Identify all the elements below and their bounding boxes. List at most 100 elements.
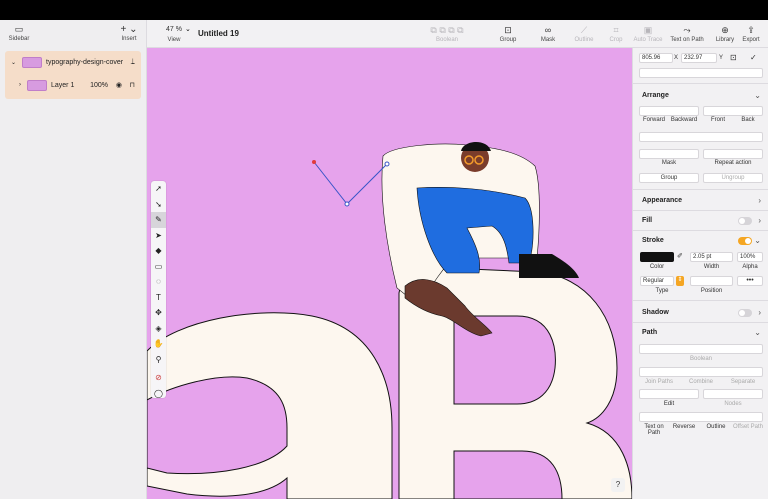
hand-tool-icon[interactable]: ✋ bbox=[151, 336, 166, 352]
path-node[interactable] bbox=[344, 201, 350, 207]
auto-trace-icon: ▣ bbox=[643, 25, 653, 35]
path-title: Path bbox=[642, 329, 658, 336]
fill-color-swatch-icon[interactable]: ⊘ bbox=[151, 370, 166, 386]
chevron-down-icon[interactable]: ⌄ bbox=[754, 328, 761, 337]
plus-icon: + ⌄ bbox=[120, 24, 138, 35]
chevron-down-icon[interactable]: ⌄ bbox=[11, 59, 16, 66]
node-tool-icon[interactable]: ➤ bbox=[151, 228, 166, 244]
text-on-path-button[interactable]: ⤳ Text on Path bbox=[667, 23, 707, 43]
direct-selection-tool-icon[interactable]: ➘ bbox=[151, 197, 166, 213]
stroke-toggle[interactable] bbox=[738, 237, 752, 245]
boolean-icon: ⧉ ⧉ ⧉ ⧉ bbox=[430, 25, 464, 35]
front-label: Front bbox=[710, 117, 725, 123]
group-button[interactable]: Group bbox=[639, 173, 699, 183]
stroke-color-swatch-icon[interactable]: ◯ bbox=[151, 386, 166, 402]
group-button[interactable]: ⊡ Group bbox=[492, 23, 524, 43]
boolean-button[interactable]: ⧉ ⧉ ⧉ ⧉ Boolean bbox=[412, 23, 482, 43]
letter-a-shape[interactable] bbox=[147, 312, 393, 499]
boolean-label: Boolean bbox=[689, 356, 713, 362]
path-node[interactable] bbox=[312, 160, 316, 164]
lasso-tool-icon[interactable]: ◌ bbox=[151, 274, 166, 290]
stroke-width-field[interactable]: 2.05 pt bbox=[690, 252, 733, 262]
chevron-down-icon[interactable]: ⌄ bbox=[754, 236, 761, 245]
stroke-color-swatch[interactable] bbox=[640, 252, 674, 262]
nodes-segment[interactable] bbox=[703, 389, 763, 399]
artwork[interactable] bbox=[147, 48, 632, 499]
character-shoe[interactable] bbox=[519, 254, 579, 278]
eyedropper-icon[interactable]: ✐ bbox=[677, 252, 683, 260]
crop-button[interactable]: ⌗ Crop bbox=[602, 23, 630, 43]
help-button[interactable]: ? bbox=[611, 478, 625, 492]
eye-icon[interactable]: ◉ bbox=[116, 81, 122, 89]
mask-button[interactable]: ∞ Mask bbox=[532, 23, 564, 43]
layer-thumbnail bbox=[27, 79, 47, 91]
mask-button[interactable] bbox=[639, 149, 699, 159]
align-segment[interactable] bbox=[639, 68, 763, 78]
text-on-path-label: Text on Path bbox=[670, 37, 704, 43]
tools-palette: ➚ ➘ ✎ ➤ ◆ ▭ ◌ T ✥ ◈ ✋ ⚲ ⊘ ◯ bbox=[151, 181, 166, 398]
edit-segment[interactable] bbox=[639, 389, 699, 399]
layer-row-group[interactable]: ⌄ typography-design-cover ⍊ bbox=[5, 52, 141, 72]
outline-button[interactable]: ⟋ Outline bbox=[569, 23, 599, 43]
edit-label: Edit bbox=[663, 401, 675, 407]
chevron-right-icon[interactable]: › bbox=[758, 308, 761, 317]
fill-tool-icon[interactable]: ◆ bbox=[151, 243, 166, 259]
path-join-segment[interactable] bbox=[639, 367, 763, 377]
move-tool-icon[interactable]: ✥ bbox=[151, 305, 166, 321]
insert-button[interactable]: + ⌄ Insert bbox=[117, 24, 141, 42]
appearance-title[interactable]: Appearance bbox=[642, 197, 682, 204]
path-boolean-segment[interactable] bbox=[639, 344, 763, 354]
unlock-icon[interactable]: ⊓ bbox=[130, 81, 135, 89]
document-title: Untitled 19 bbox=[198, 29, 239, 38]
repeat-action-button[interactable] bbox=[703, 149, 763, 159]
text-tool-icon[interactable]: T bbox=[151, 290, 166, 306]
stroke-alpha-field[interactable]: 100% bbox=[737, 252, 763, 262]
character-hair bbox=[461, 141, 491, 151]
align-buttons[interactable] bbox=[639, 132, 763, 142]
layer-list: ⌄ typography-design-cover ⍊ › Layer 1 10… bbox=[5, 51, 141, 99]
forward-backward-segment[interactable] bbox=[639, 106, 699, 116]
library-button[interactable]: ⊕ Library bbox=[712, 23, 738, 43]
sidebar-toggle-button[interactable]: ▭ Sidebar bbox=[8, 24, 30, 42]
y-field[interactable]: 232.97 bbox=[681, 53, 717, 63]
app-window: ▭ Sidebar + ⌄ Insert ⌄ typography-design… bbox=[0, 20, 768, 499]
divider bbox=[633, 322, 768, 323]
zoom-chevron-icon[interactable]: ⌄ bbox=[185, 25, 191, 33]
type-label: Type bbox=[655, 288, 669, 294]
chevron-right-icon[interactable]: › bbox=[19, 82, 21, 88]
export-icon: ⇪ bbox=[747, 25, 755, 35]
text-on-path-icon: ⤳ bbox=[683, 25, 691, 35]
chevron-right-icon[interactable]: › bbox=[758, 196, 761, 205]
path-node[interactable] bbox=[384, 161, 390, 167]
position-label: Position bbox=[700, 288, 723, 294]
fill-toggle[interactable] bbox=[738, 217, 752, 225]
rectangle-tool-icon[interactable]: ▭ bbox=[151, 259, 166, 275]
chevron-down-icon[interactable]: ⌄ bbox=[754, 91, 761, 100]
export-button[interactable]: ⇪ Export bbox=[739, 23, 763, 43]
x-field[interactable]: 805.96 bbox=[639, 53, 673, 63]
zoom-tool-icon[interactable]: ⚲ bbox=[151, 352, 166, 368]
divider bbox=[633, 230, 768, 231]
layer-row-layer1[interactable]: › Layer 1 100% ◉ ⊓ bbox=[5, 75, 141, 95]
selection-tool-icon[interactable]: ➚ bbox=[151, 181, 166, 197]
front-back-segment[interactable] bbox=[703, 106, 763, 116]
ungroup-button[interactable]: Ungroup bbox=[703, 173, 763, 183]
lock-icon[interactable]: ⍊ bbox=[131, 58, 135, 66]
checkmark-icon[interactable]: ✓ bbox=[750, 53, 757, 62]
crop-label: Crop bbox=[609, 37, 623, 43]
stroke-type-select[interactable]: Regular bbox=[640, 276, 674, 286]
canvas[interactable] bbox=[147, 48, 632, 499]
more-options-icon[interactable]: ••• bbox=[737, 276, 763, 286]
insert-label: Insert bbox=[121, 36, 137, 42]
transform-icon[interactable]: ⊡ bbox=[730, 53, 737, 62]
separate-label: Separate bbox=[730, 379, 756, 385]
stroke-position-segment[interactable] bbox=[690, 276, 733, 286]
path-actions-segment[interactable] bbox=[639, 412, 763, 422]
chevron-right-icon[interactable]: › bbox=[758, 216, 761, 225]
select-arrows-icon[interactable]: ⇕ bbox=[676, 276, 684, 286]
auto-trace-button[interactable]: ▣ Auto Trace bbox=[632, 23, 664, 43]
selected-path[interactable] bbox=[313, 161, 388, 205]
pen-tool-icon[interactable]: ✎ bbox=[151, 212, 166, 228]
shadow-toggle[interactable] bbox=[738, 309, 752, 317]
eraser-tool-icon[interactable]: ◈ bbox=[151, 321, 166, 337]
